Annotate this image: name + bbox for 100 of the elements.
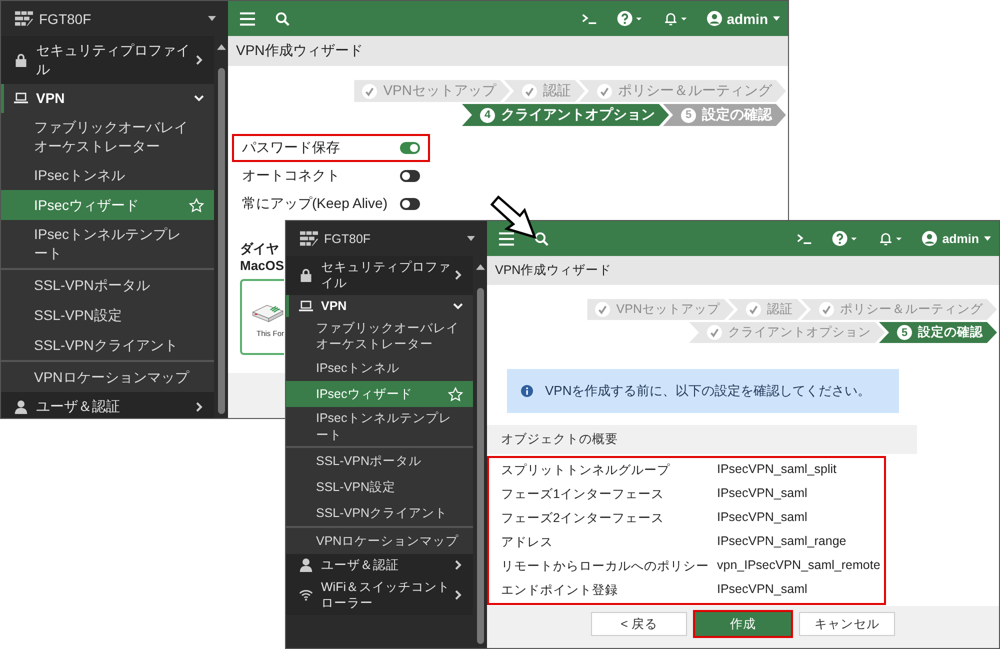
menu-item[interactable]: SSL-VPNクライアント (1, 330, 214, 360)
firewall-icon (300, 231, 318, 246)
menu-item[interactable]: ファブリックオーバレイオーケストレーター (1, 112, 214, 160)
menu-item[interactable]: IPsecトンネル (286, 355, 473, 382)
check-icon (595, 302, 610, 317)
toggle-switch[interactable] (400, 198, 420, 210)
menu-item[interactable]: IPsecウィザード (286, 381, 473, 408)
info-text: VPNを作成する前に、以下の設定を確認してください。 (545, 382, 871, 400)
check-icon (597, 84, 612, 98)
page-title: VPN作成ウィザード (487, 256, 999, 285)
toggle-label: 常にアップ(Keep Alive) (242, 195, 388, 213)
menu-item[interactable]: SSL-VPN設定 (1, 300, 214, 330)
firewall-icon (15, 11, 33, 26)
toggle-label: オートコネクト (242, 167, 341, 185)
scrollbar-thumb[interactable] (218, 68, 224, 414)
wizard-step: ポリシー＆ルーティング (579, 80, 786, 102)
device-name[interactable]: FGT80F (39, 10, 202, 26)
menu-item[interactable]: VPNロケーションマップ (286, 526, 473, 554)
summary-label: エンドポイント登録 (501, 582, 619, 599)
user-icon (14, 400, 28, 414)
check-icon (746, 302, 761, 317)
summary-value: IPsecVPN_saml (717, 510, 808, 526)
menu-section[interactable]: セキュリティプロファイル (1, 36, 214, 84)
terminal-icon[interactable] (797, 232, 812, 246)
wizard-step: 5 設定の確認 (663, 104, 786, 126)
summary-label: アドレス (501, 534, 554, 551)
step-number: 4 (480, 108, 495, 122)
menu-item[interactable]: SSL-VPN設定 (286, 474, 473, 500)
user-menu[interactable]: admin (706, 10, 780, 26)
wizard-step: VPNセットアップ (354, 80, 510, 102)
chevron-right-icon (194, 402, 204, 412)
wizard-step: ポリシー＆ルーティング (801, 299, 997, 320)
avatar-icon (706, 11, 722, 26)
laptop-icon (299, 298, 313, 313)
summary-value: IPsecVPN_saml_range (717, 534, 848, 550)
summary-value: IPsecVPN_saml (717, 486, 808, 502)
section-title: ダイヤ (240, 240, 279, 258)
menu-item[interactable]: ファブリックオーバレイオーケストレーター (286, 316, 473, 356)
toggle-label: パスワード保存 (242, 139, 341, 157)
wizard-step: 認証 (728, 299, 807, 320)
menu-section[interactable]: VPN (286, 294, 473, 317)
bell-icon[interactable] (877, 231, 902, 246)
toggle-switch[interactable] (400, 142, 420, 154)
menu-section[interactable]: VPN (1, 84, 214, 113)
menu-section[interactable]: WiFi＆スイッチコントローラー (286, 576, 473, 614)
lock-icon (14, 52, 28, 67)
chevron-right-icon (194, 54, 204, 65)
caret-icon[interactable] (208, 16, 216, 21)
caret-icon (773, 16, 780, 21)
step-number: 5 (681, 108, 696, 122)
menu-item[interactable]: IPsecトンネルテンプレート (1, 220, 214, 268)
menu-item[interactable]: SSL-VPNポータル (286, 446, 473, 474)
star-icon[interactable] (189, 198, 204, 213)
back-button[interactable]: < 戻る (591, 612, 687, 636)
star-icon[interactable] (448, 386, 463, 402)
menu-item[interactable]: VPNロケーションマップ (1, 360, 214, 392)
menu-item[interactable]: IPsecトンネルテンプレート (286, 407, 473, 446)
chevron-right-icon (453, 270, 463, 280)
device-name[interactable]: FGT80F (324, 232, 461, 246)
menu-section[interactable]: ユーザ＆認証 (1, 392, 214, 418)
chevron-right-icon (453, 590, 463, 600)
menu-item[interactable]: SSL-VPNポータル (1, 268, 214, 300)
summary-label: フェーズ2インターフェース (501, 510, 665, 527)
step-number: 5 (897, 325, 912, 340)
help-icon[interactable] (616, 11, 642, 26)
caret-icon[interactable] (467, 236, 475, 241)
menu-icon[interactable] (499, 232, 514, 246)
chevron-down-icon (453, 300, 463, 311)
summary-value: IPsecVPN_saml_split (717, 462, 838, 478)
summary-label: スプリットトンネルグループ (501, 462, 671, 479)
check-icon (362, 84, 378, 98)
section-subtitle: MacOS (240, 258, 284, 273)
scroll-up-icon[interactable] (216, 44, 226, 50)
help-icon[interactable] (832, 231, 858, 246)
menu-item[interactable]: IPsecウィザード (1, 190, 214, 220)
menu-section[interactable]: セキュリティプロファイル (286, 256, 473, 294)
check-icon (522, 84, 537, 98)
toggle-switch[interactable] (400, 170, 420, 182)
wizard-step: 5 設定の確認 (879, 322, 997, 343)
info-icon (521, 385, 533, 397)
scrollbar-thumb[interactable] (476, 288, 484, 644)
wizard-step: VPNセットアップ (587, 299, 734, 320)
cancel-button[interactable]: キャンセル (799, 612, 895, 636)
user-icon (299, 558, 313, 572)
search-icon[interactable] (534, 232, 549, 246)
menu-section[interactable]: ユーザ＆認証 (286, 554, 473, 576)
wizard-step: 4 クライアントオプション (462, 104, 669, 126)
terminal-icon[interactable] (582, 12, 597, 26)
create-button[interactable]: 作成 (695, 612, 791, 636)
user-menu[interactable]: admin (922, 231, 991, 246)
avatar-icon (922, 231, 938, 246)
menu-item[interactable]: IPsecトンネル (1, 160, 214, 190)
summary-label: フェーズ1インターフェース (501, 486, 665, 503)
lock-icon (299, 268, 313, 282)
summary-label: リモートからローカルへのポリシー (501, 558, 709, 575)
menu-item[interactable]: SSL-VPNクライアント (286, 500, 473, 526)
section-header: オブジェクトの概要 (487, 425, 917, 454)
scroll-up-icon[interactable] (476, 264, 484, 270)
menu-icon[interactable] (240, 12, 255, 26)
check-icon (707, 325, 722, 340)
